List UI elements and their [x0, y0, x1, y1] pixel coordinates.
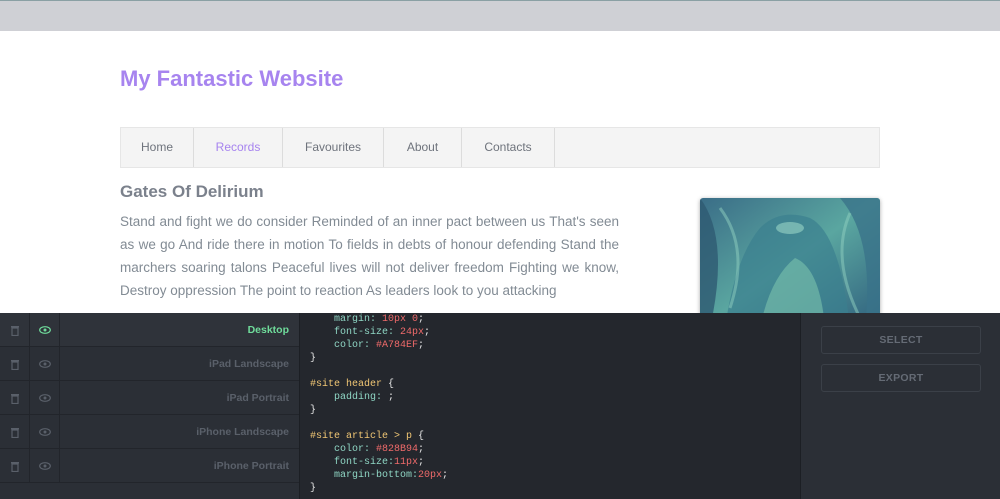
export-button[interactable]: EXPORT: [821, 364, 981, 392]
code-token: }: [310, 483, 317, 494]
code-token: #site header: [310, 379, 383, 390]
eye-icon[interactable]: [30, 347, 60, 381]
eye-icon[interactable]: [30, 381, 60, 415]
code-line: font-size:11px;: [310, 456, 800, 469]
code-line: }: [310, 404, 800, 417]
code-token: {: [382, 379, 395, 390]
album-art-icon: [700, 198, 880, 313]
nav-item-about[interactable]: About: [384, 128, 462, 167]
device-row-desktop[interactable]: Desktop: [0, 313, 299, 347]
code-line: color: #828B94;: [310, 443, 800, 456]
trash-icon[interactable]: [0, 449, 30, 483]
code-token: 10px 0: [382, 314, 419, 325]
site-title: My Fantastic Website: [120, 66, 344, 91]
code-token: ;: [418, 340, 425, 351]
code-token: {: [412, 431, 425, 442]
editor-panel: Desktop iPad Landscape iPad Portrait iPh…: [0, 313, 1000, 499]
device-label: Desktop: [247, 324, 289, 336]
code-line: font-size: 24px;: [310, 326, 800, 339]
code-token: font-size:: [310, 457, 395, 468]
code-token: color:: [310, 444, 377, 455]
action-panel: SELECT EXPORT: [800, 313, 1000, 499]
code-line: padding: ;: [310, 391, 800, 404]
select-button[interactable]: SELECT: [821, 326, 981, 354]
trash-icon[interactable]: [0, 415, 30, 449]
site-preview: My Fantastic Website Home Records Favour…: [0, 31, 1000, 313]
nav-item-contacts[interactable]: Contacts: [462, 128, 555, 167]
device-row-iphone-portrait[interactable]: iPhone Portrait: [0, 449, 299, 483]
code-token: margin-bottom:: [310, 470, 419, 481]
device-label: iPhone Portrait: [213, 460, 289, 472]
code-token: ;: [388, 392, 395, 403]
device-label: iPad Portrait: [226, 392, 289, 404]
code-token: color:: [310, 340, 377, 351]
trash-icon[interactable]: [0, 313, 30, 347]
code-token: }: [310, 353, 317, 364]
top-toolbar: [0, 0, 1000, 31]
code-token: #A784EF: [376, 340, 419, 351]
code-token: margin:: [310, 314, 383, 325]
device-row-ipad-portrait[interactable]: iPad Portrait: [0, 381, 299, 415]
device-list: Desktop iPad Landscape iPad Portrait iPh…: [0, 313, 300, 499]
code-token: 11px: [394, 457, 419, 468]
trash-icon[interactable]: [0, 347, 30, 381]
code-line: #site article > p {: [310, 430, 800, 443]
code-token: }: [310, 405, 317, 416]
code-token: padding:: [310, 392, 389, 403]
code-token: #site article > p: [310, 431, 413, 442]
trash-icon[interactable]: [0, 381, 30, 415]
article-paragraph: Stand and fight we do consider Reminded …: [120, 214, 619, 298]
code-line: }: [310, 352, 800, 365]
code-line: margin-bottom:20px;: [310, 469, 800, 482]
nav-item-favourites[interactable]: Favourites: [283, 128, 384, 167]
code-token: font-size:: [310, 327, 401, 338]
album-cover-image: [700, 198, 880, 313]
code-token: 20px: [418, 470, 443, 481]
code-token: #828B94: [376, 444, 419, 455]
article-title: Gates Of Delirium: [120, 182, 264, 201]
css-code-editor[interactable]: margin: 10px 0; font-size: 24px; color: …: [300, 313, 800, 499]
code-line: #site header {: [310, 378, 800, 391]
code-line: }: [310, 482, 800, 495]
code-token: ;: [418, 314, 425, 325]
eye-icon[interactable]: [30, 449, 60, 483]
eye-icon[interactable]: [30, 313, 60, 347]
code-token: ;: [424, 327, 431, 338]
code-token: ;: [418, 444, 425, 455]
device-row-ipad-landscape[interactable]: iPad Landscape: [0, 347, 299, 381]
nav-item-records[interactable]: Records: [194, 128, 283, 167]
code-token: 24px: [400, 327, 425, 338]
code-token: ;: [442, 470, 449, 481]
nav-item-home[interactable]: Home: [121, 128, 194, 167]
code-line: margin: 10px 0;: [310, 313, 800, 326]
site-nav: Home Records Favourites About Contacts: [120, 127, 880, 168]
device-label: iPad Landscape: [209, 358, 289, 370]
code-line: color: #A784EF;: [310, 339, 800, 352]
code-token: ;: [418, 457, 425, 468]
device-label: iPhone Landscape: [196, 426, 289, 438]
eye-icon[interactable]: [30, 415, 60, 449]
device-row-iphone-landscape[interactable]: iPhone Landscape: [0, 415, 299, 449]
